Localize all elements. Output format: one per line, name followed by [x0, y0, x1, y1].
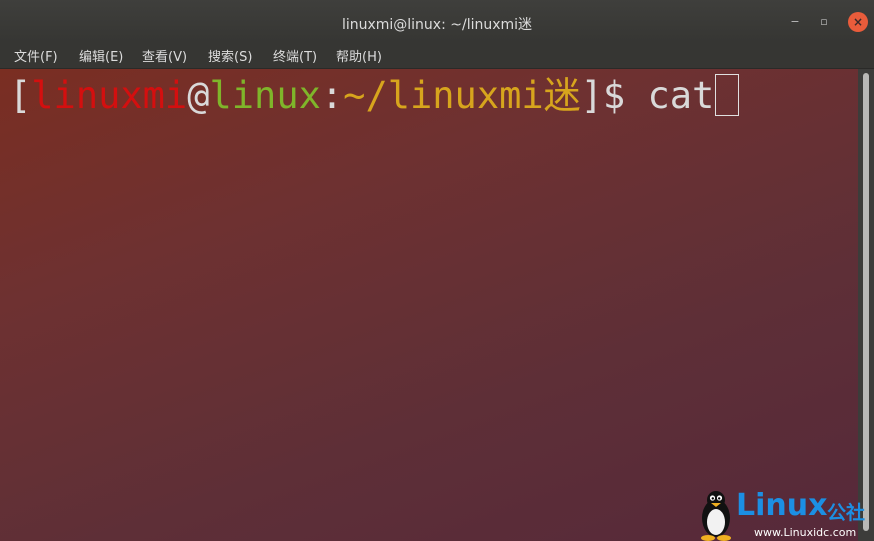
title-bar[interactable]: linuxmi@linux: ~/linuxmi迷 − ▫ × [0, 0, 874, 42]
scrollbar[interactable] [858, 69, 874, 541]
watermark: Linux 公社 www.Linuxidc.com [696, 488, 874, 541]
typed-command: cat [625, 74, 715, 117]
terminal-window: linuxmi@linux: ~/linuxmi迷 − ▫ × 文件(F) 编辑… [0, 0, 874, 541]
prompt-open-bracket: [ [9, 74, 32, 117]
tux-penguin-icon [701, 491, 731, 541]
text-cursor [715, 74, 740, 116]
menu-bar: 文件(F) 编辑(E) 查看(V) 搜索(S) 终端(T) 帮助(H) [0, 42, 874, 69]
scrollbar-thumb[interactable] [863, 73, 869, 531]
prompt-path: ~/linuxmi迷 [343, 74, 581, 117]
close-icon: × [852, 15, 864, 29]
prompt-symbol: ]$ [580, 74, 626, 117]
watermark-brand: Linux [736, 488, 828, 523]
terminal-output[interactable]: [linuxmi@linux:~/linuxmi迷]$ cat [0, 69, 858, 541]
menu-help[interactable]: 帮助(H) [336, 46, 382, 65]
prompt-colon: : [320, 74, 344, 117]
prompt-at: @ [187, 74, 210, 117]
menu-view[interactable]: 查看(V) [142, 46, 187, 65]
menu-search[interactable]: 搜索(S) [208, 46, 252, 65]
prompt-host: linux [209, 74, 321, 117]
minimize-button[interactable]: − [786, 13, 804, 31]
menu-terminal[interactable]: 终端(T) [273, 46, 317, 65]
window-title: linuxmi@linux: ~/linuxmi迷 [341, 17, 533, 33]
minimize-icon: − [790, 15, 800, 28]
prompt-user: linuxmi [31, 74, 188, 117]
close-button[interactable]: × [848, 12, 868, 32]
maximize-icon: ▫ [820, 15, 828, 28]
menu-file[interactable]: 文件(F) [14, 46, 58, 65]
menu-edit[interactable]: 编辑(E) [79, 46, 123, 65]
watermark-url: www.Linuxidc.com [754, 526, 857, 539]
watermark-brand-cn: 公社 [827, 502, 866, 524]
prompt-line: [linuxmi@linux:~/linuxmi迷]$ cat [9, 73, 740, 119]
maximize-button[interactable]: ▫ [815, 13, 833, 31]
